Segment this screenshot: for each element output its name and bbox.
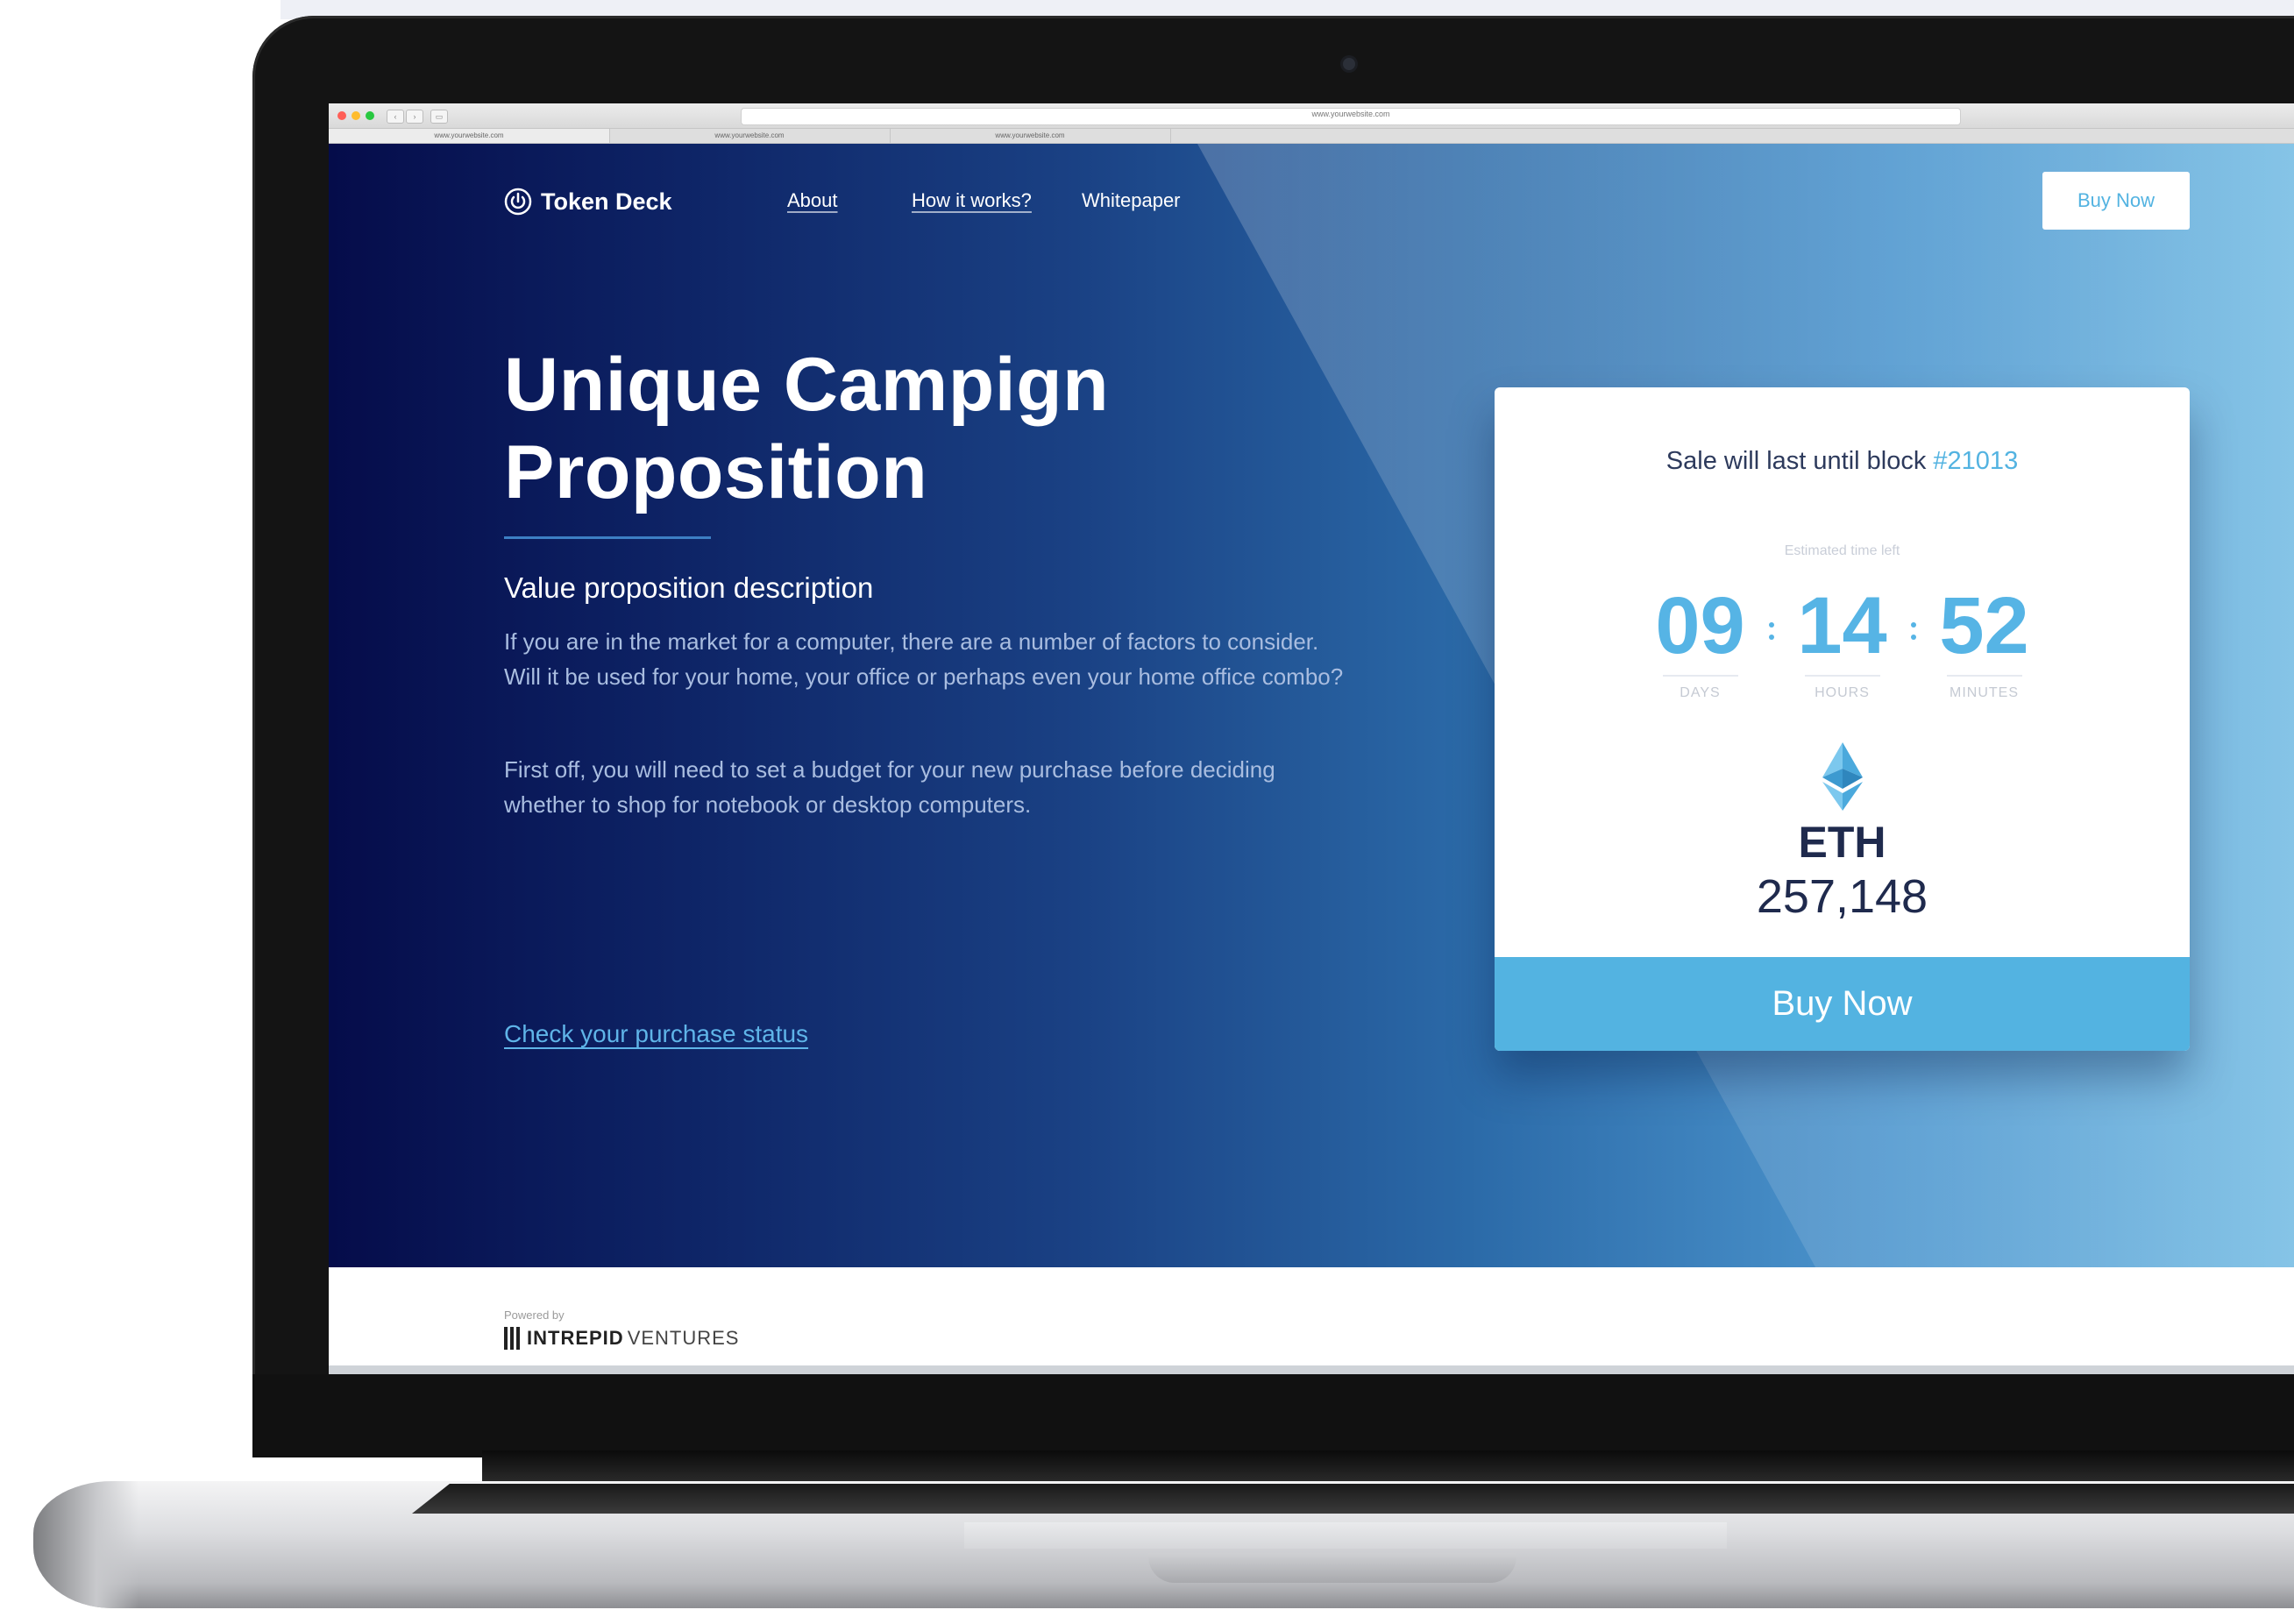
brand-name: Token Deck — [541, 188, 672, 215]
block-number[interactable]: #21013 — [1933, 447, 2018, 475]
minimize-window-icon[interactable] — [352, 111, 360, 120]
footer-strip: Powered by INTREPID VENTURES — [329, 1267, 2294, 1374]
nav-about[interactable]: About — [787, 189, 838, 212]
header-buy-now-button[interactable]: Buy Now — [2042, 172, 2190, 230]
laptop-hinge — [482, 1450, 2294, 1482]
sidebar-icon[interactable]: ▭ — [430, 110, 448, 124]
hero-section: Token Deck About How it works? Whitepape… — [329, 144, 2294, 1267]
laptop-screen: ‹ › ▭ www.yourwebsite.com www.yourwebsit… — [329, 103, 2294, 1374]
laptop-bezel-bottom — [252, 1374, 2294, 1457]
close-window-icon[interactable] — [337, 111, 346, 120]
hours-value: 14 — [1797, 581, 1887, 670]
address-text: www.yourwebsite.com — [1311, 110, 1390, 118]
bars-icon — [504, 1327, 523, 1350]
sale-end-text: Sale will last until block #21013 — [1495, 447, 2190, 476]
back-icon[interactable]: ‹ — [387, 110, 404, 124]
title-divider — [504, 536, 711, 539]
hours-label: HOURS — [1815, 685, 1870, 700]
forward-icon[interactable]: › — [406, 110, 423, 124]
laptop-notch — [1148, 1553, 1516, 1583]
title-line: Unique Campign — [504, 343, 1110, 427]
sale-label: Sale will last until block — [1665, 447, 1934, 475]
site-logo[interactable]: Token Deck — [504, 188, 672, 216]
partner-name-bold: INTREPID — [527, 1327, 624, 1349]
browser-toolbar: ‹ › ▭ www.yourwebsite.com — [329, 103, 2294, 129]
browser-tab[interactable]: www.yourwebsite.com — [609, 129, 891, 143]
laptop-camera — [1343, 58, 1355, 70]
check-purchase-status-link[interactable]: Check your purchase status — [504, 1020, 808, 1048]
timer-underline — [1804, 675, 1880, 677]
laptop-keyboard-edge — [412, 1484, 2294, 1514]
minutes-label: MINUTES — [1950, 685, 2019, 700]
timer-underline — [1946, 675, 2022, 677]
laptop-base-panel — [964, 1522, 1727, 1549]
description-paragraph: If you are in the market for a computer,… — [504, 628, 1344, 690]
browser-tabs: www.yourwebsite.com www.yourwebsite.com … — [329, 129, 2294, 144]
subtitle: Value proposition description — [504, 571, 874, 604]
nav-how-it-works[interactable]: How it works? — [912, 189, 1032, 212]
days-value: 09 — [1655, 581, 1745, 670]
minutes-value: 52 — [1939, 581, 2029, 670]
browser-tab[interactable]: www.yourwebsite.com — [890, 129, 1171, 143]
power-icon — [504, 188, 532, 216]
partner-logo[interactable]: INTREPID VENTURES — [504, 1327, 739, 1350]
partner-name-light: VENTURES — [627, 1327, 740, 1349]
days-label: DAYS — [1680, 685, 1721, 700]
buy-now-button[interactable]: Buy Now — [1495, 957, 2190, 1051]
coin-name: ETH — [1798, 818, 1886, 867]
browser-tab[interactable]: www.yourwebsite.com — [329, 129, 610, 143]
nav-whitepaper[interactable]: Whitepaper — [1082, 189, 1181, 212]
countdown-hours: 14 HOURS — [1777, 582, 1908, 701]
colon-separator — [1766, 617, 1777, 643]
estimated-time-label: Estimated time left — [1784, 543, 1900, 558]
colon-separator — [1908, 617, 1919, 643]
sale-card: Sale will last until block #21013 Estima… — [1495, 387, 2190, 1051]
title-line: Proposition — [504, 430, 928, 514]
countdown-timer: 09 DAYS 14 HOURS 52 MINUTES — [1495, 582, 2190, 701]
coin-amount: 257,148 — [1756, 870, 1928, 923]
countdown-days: 09 DAYS — [1635, 582, 1766, 701]
timer-underline — [1662, 675, 1738, 677]
countdown-minutes: 52 MINUTES — [1919, 582, 2050, 701]
address-bar[interactable]: www.yourwebsite.com — [741, 108, 1961, 125]
description-paragraph: First off, you will need to set a budget… — [504, 756, 1275, 818]
ethereum-icon — [1822, 742, 1863, 811]
screen-bottom-edge — [329, 1365, 2294, 1374]
zoom-window-icon[interactable] — [366, 111, 374, 120]
page-title: Unique Campign Proposition — [504, 341, 1293, 516]
powered-by-label: Powered by — [504, 1308, 565, 1322]
